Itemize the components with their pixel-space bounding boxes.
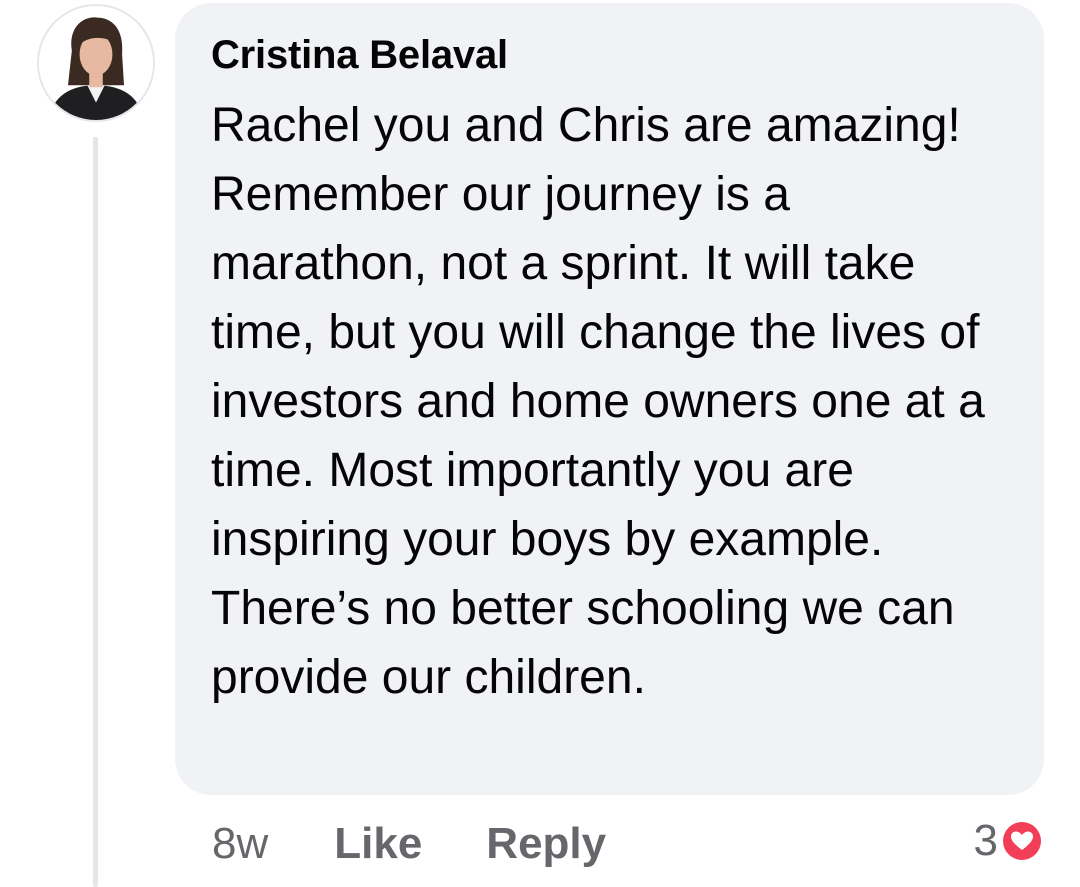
reaction-summary[interactable]: 3 xyxy=(974,812,1044,870)
comment-text: Rachel you and Chris are amazing! Rememb… xyxy=(211,99,985,704)
comment-timestamp[interactable]: 8w xyxy=(212,819,268,869)
comment-actions: 8w Like Reply xyxy=(212,808,670,880)
comment-bubble: Cristina Belaval Rachel you and Chris ar… xyxy=(175,3,1044,795)
reply-button[interactable]: Reply xyxy=(486,819,606,869)
comment-author[interactable]: Cristina Belaval xyxy=(211,27,1014,83)
thread-line xyxy=(93,137,98,887)
love-reaction-icon xyxy=(1000,819,1044,863)
like-button[interactable]: Like xyxy=(334,819,422,869)
reaction-count: 3 xyxy=(973,816,998,865)
profile-photo-icon xyxy=(39,6,153,120)
avatar[interactable] xyxy=(37,4,155,122)
